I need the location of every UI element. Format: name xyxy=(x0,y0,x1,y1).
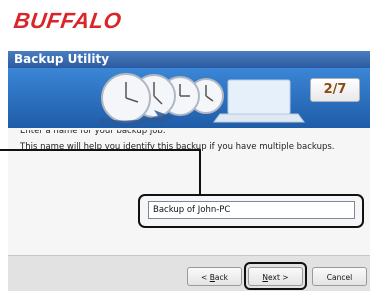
callout-line xyxy=(0,149,201,151)
backup-name-input[interactable] xyxy=(148,201,355,219)
callout-line-vertical xyxy=(199,149,201,195)
cancel-button[interactable]: Cancel xyxy=(312,267,367,286)
step-indicator: 2/7 xyxy=(310,78,360,102)
cancel-label: Cancel xyxy=(326,273,353,282)
next-button[interactable]: Next > xyxy=(248,267,303,286)
back-button[interactable]: < Back xyxy=(187,267,242,286)
wizard-banner: 2/7 xyxy=(8,68,370,128)
back-label-pre: < xyxy=(201,273,210,282)
buffalo-logo: BUFFALO xyxy=(12,8,124,33)
app-title-bar: Backup Utility xyxy=(8,51,370,68)
back-label-post: ack xyxy=(214,273,228,282)
next-label-post: ext > xyxy=(268,273,289,282)
window-title: Backup Utility xyxy=(14,52,110,66)
